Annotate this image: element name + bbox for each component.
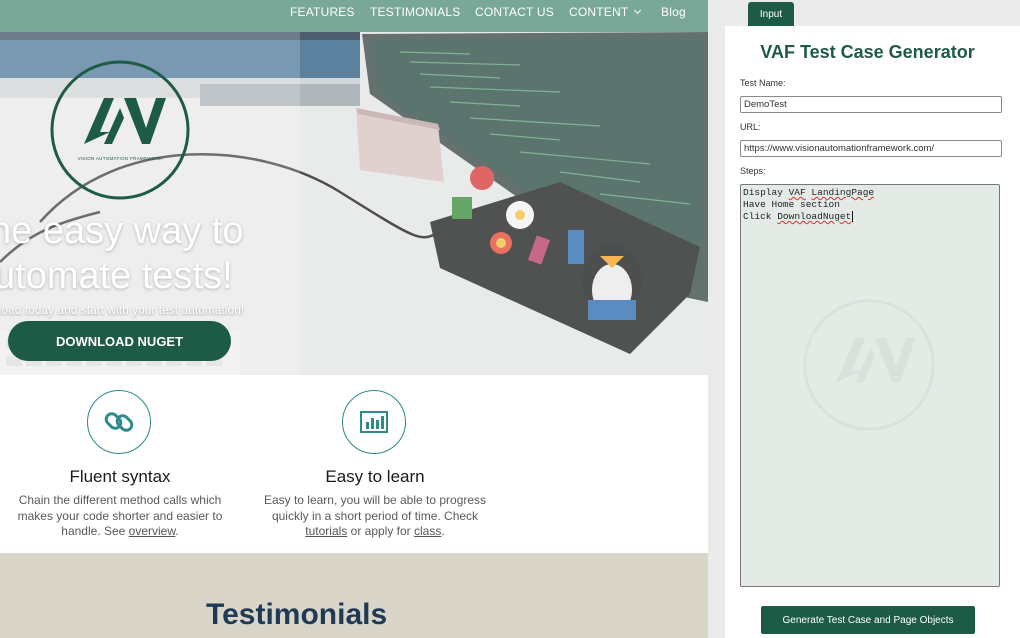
steps-content: Display VAF LandingPage Have Home sectio… [743, 187, 874, 223]
step-3-verb: Click [743, 211, 778, 222]
nav-features[interactable]: FEATURES [290, 5, 355, 19]
text-cursor [852, 211, 854, 222]
nav-content[interactable]: CONTENT [569, 5, 642, 19]
generate-button[interactable]: Generate Test Case and Page Objects [761, 606, 975, 634]
top-navigation: FEATURES TESTIMONIALS CONTACT US CONTENT… [0, 0, 708, 32]
feature-fluent-title: Fluent syntax [69, 467, 171, 486]
step-1-verb: Display [743, 187, 789, 198]
av-logo-icon [50, 60, 190, 200]
chain-link-icon [104, 412, 134, 432]
nav-contact-us[interactable]: CONTACT US [475, 5, 554, 19]
nav-content-label: CONTENT [569, 5, 629, 19]
step-line-1: Display VAF LandingPage [743, 187, 874, 199]
av-watermark-icon [803, 299, 935, 431]
screen: FEATURES TESTIMONIALS CONTACT US CONTENT… [0, 0, 1020, 638]
feature-easy-description: Easy to learn, you will be able to progr… [245, 493, 505, 540]
feature-easy-desc-line1: Easy to learn, you will be able to progr… [263, 493, 487, 507]
feature-fluent-desc-line1: Chain the different method calls which [18, 493, 222, 507]
feature-easy-desc-suffix: . [441, 524, 445, 538]
hero-section: VISION AUTOMATION FRAMEWORK he easy way … [0, 32, 708, 375]
testimonials-section: Testimonials [0, 553, 708, 638]
feature-easy-desc-line2: quickly in a short period of time. Check [271, 508, 479, 523]
tab-input[interactable]: Input [748, 2, 794, 26]
feature-easy-title: Easy to learn [325, 467, 425, 486]
testimonials-heading: Testimonials [206, 598, 388, 631]
steps-textarea[interactable]: Display VAF LandingPage Have Home sectio… [740, 184, 1000, 587]
overview-link[interactable]: overview [129, 524, 176, 538]
download-nuget-button[interactable]: DOWNLOAD NUGET [8, 321, 231, 361]
feature-easy-desc-line3: tutorials or apply for class. [245, 524, 505, 540]
chevron-down-icon [634, 6, 642, 15]
class-link[interactable]: class [414, 524, 441, 538]
test-name-label: Test Name: [740, 78, 786, 88]
step-line-3: Click DownloadNuget [743, 211, 874, 223]
extension-panel: Input VAF Test Case Generator Test Name:… [708, 0, 1020, 638]
nav-testimonials[interactable]: TESTIMONIALS [370, 5, 460, 19]
nav-blog[interactable]: Blog [661, 5, 686, 19]
feature-easy-icon-circle [342, 390, 406, 454]
features-section: Fluent syntax Chain the different method… [0, 375, 708, 553]
hero-headline-line2: utomate tests! [0, 255, 233, 297]
step-3-target: DownloadNuget [777, 211, 852, 222]
hero-subtitle: nload today and start with your test aut… [0, 303, 245, 317]
url-label: URL: [740, 122, 761, 132]
tutorials-link[interactable]: tutorials [305, 524, 347, 538]
step-1-word-a: VAF [788, 187, 806, 198]
feature-fluent-icon-circle [87, 390, 151, 454]
step-line-2: Have Home section [743, 199, 840, 210]
step-1-word-b: LandingPage [811, 187, 875, 198]
logo-text: VISION AUTOMATION FRAMEWORK [77, 156, 163, 161]
generator-card: VAF Test Case Generator Test Name: URL: … [725, 26, 1020, 638]
feature-easy-desc-mid: or apply for [347, 524, 415, 538]
steps-label: Steps: [740, 166, 766, 176]
generator-title: VAF Test Case Generator [760, 42, 975, 62]
feature-fluent-desc-suffix: . [175, 524, 179, 538]
feature-fluent-desc-line3: handle. See overview. [0, 524, 240, 540]
test-name-input[interactable] [740, 96, 1002, 113]
website-page: FEATURES TESTIMONIALS CONTACT US CONTENT… [0, 0, 708, 638]
bar-chart-icon [360, 411, 388, 433]
feature-fluent-description: Chain the different method calls which m… [0, 493, 240, 540]
url-input[interactable] [740, 140, 1002, 157]
feature-fluent-desc-prefix: handle. See [61, 524, 129, 538]
feature-fluent-desc-line2: makes your code shorter and easier to [17, 508, 223, 523]
hero-headline-line1: he easy way to [0, 210, 244, 252]
